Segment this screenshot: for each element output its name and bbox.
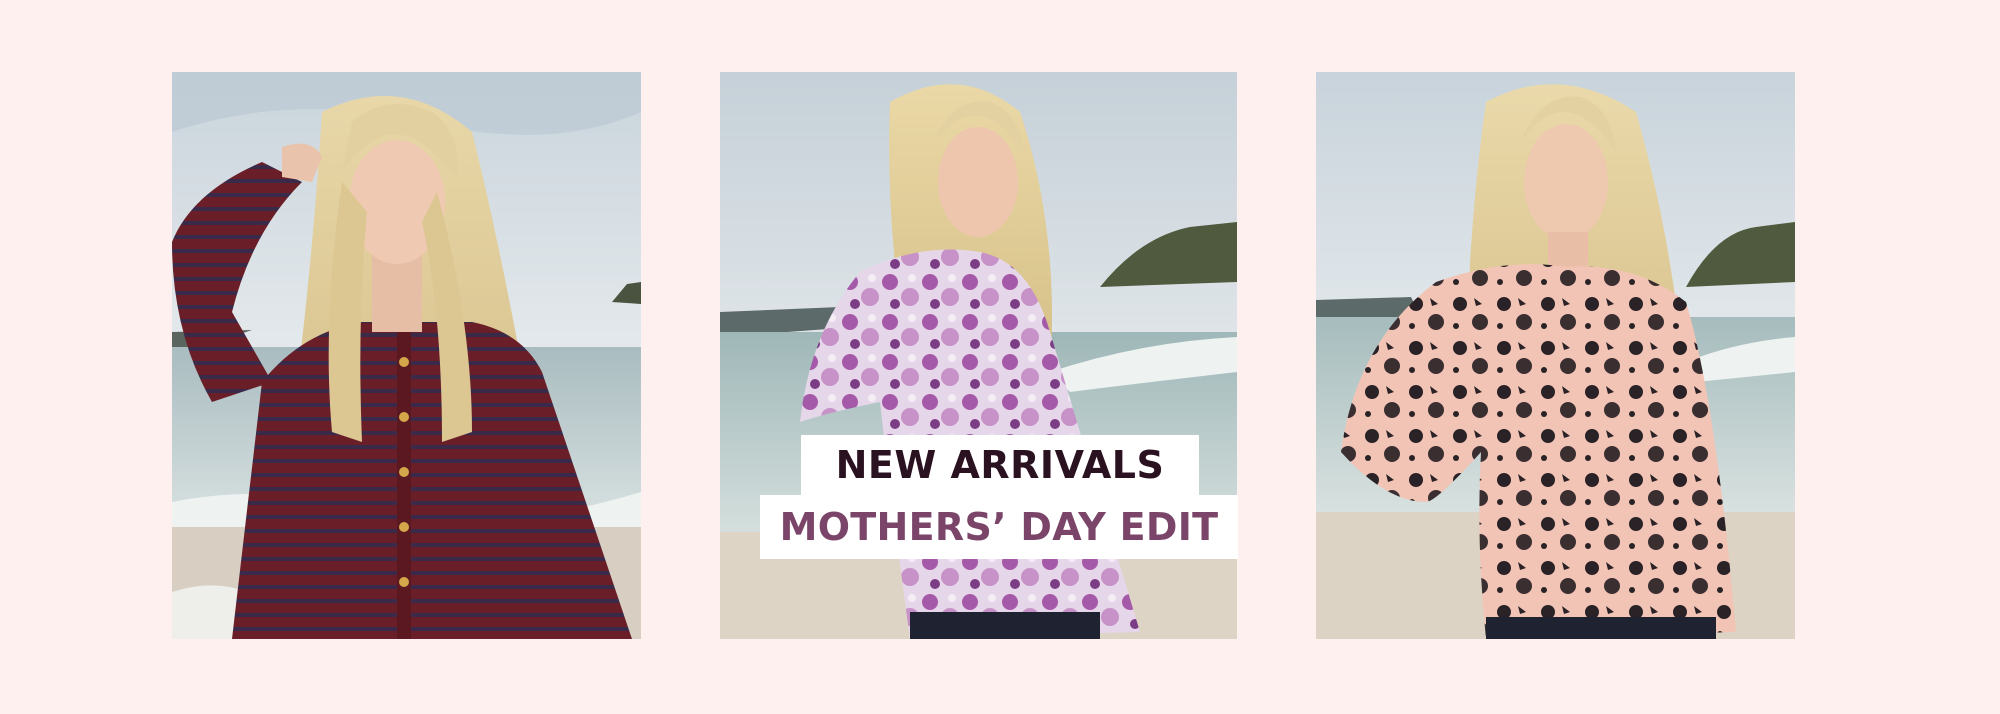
product-image-peach-blouse[interactable] [1316,72,1795,639]
mothers-day-edit-heading[interactable]: MOTHERS’ DAY EDIT [760,495,1238,559]
cardigan-photo [172,72,641,639]
peach-blouse-photo [1316,72,1795,639]
product-image-cardigan[interactable] [172,72,641,639]
new-arrivals-heading: NEW ARRIVALS [801,435,1199,495]
